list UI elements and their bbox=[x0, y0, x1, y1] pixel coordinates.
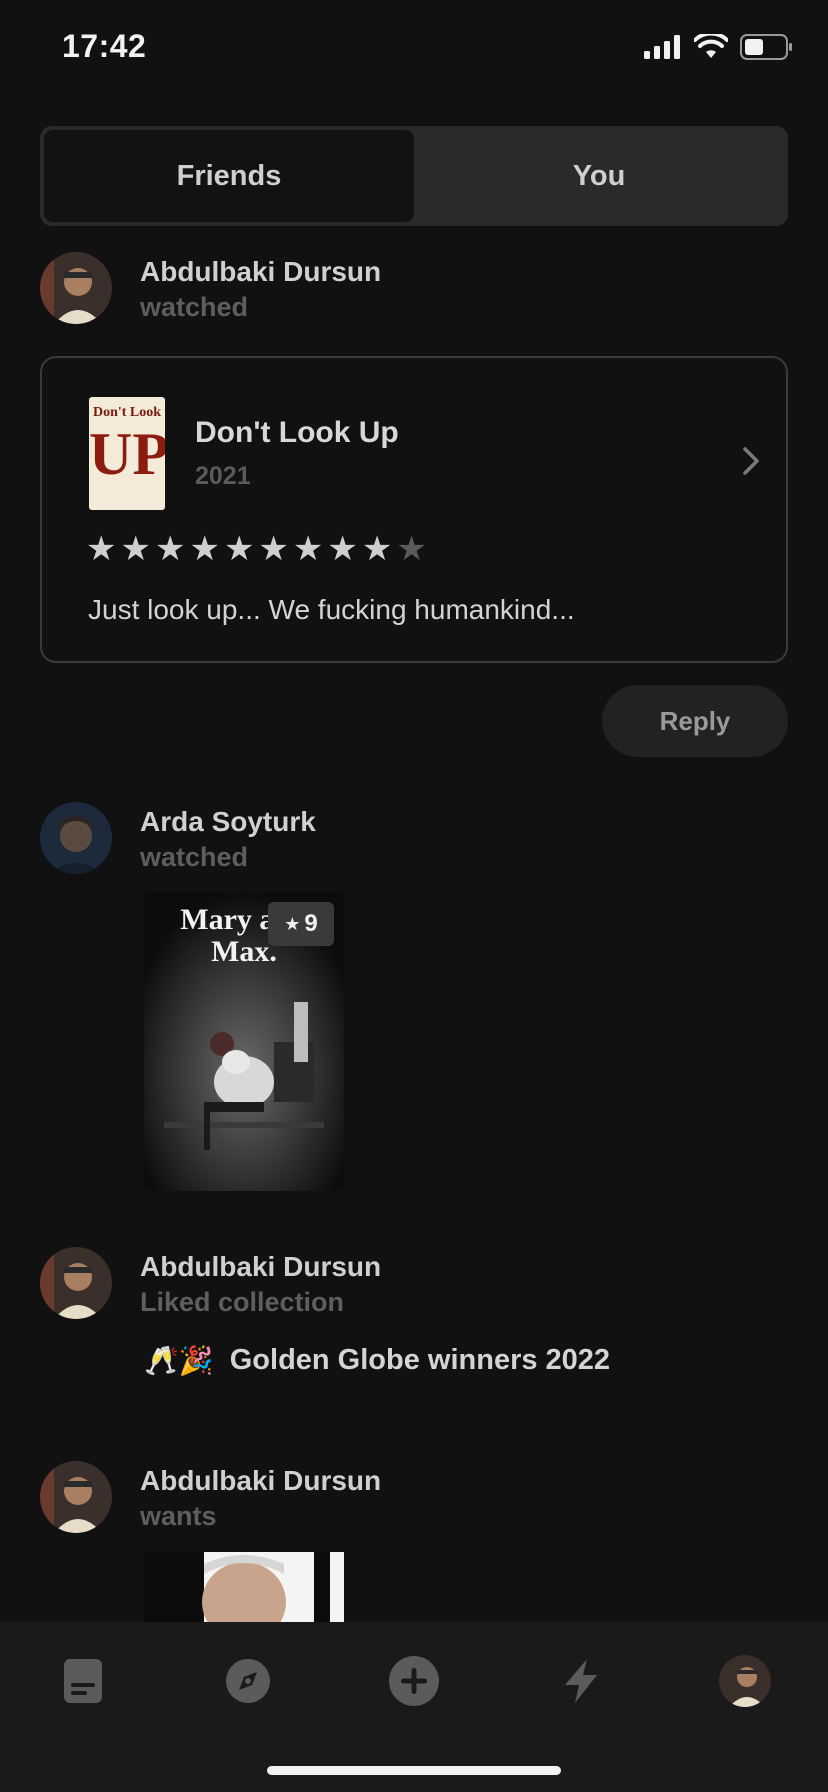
feed-action: wants bbox=[140, 1501, 217, 1531]
feed-user-name[interactable]: Abdulbaki Dursun bbox=[140, 1251, 381, 1283]
star-icon: ★ bbox=[189, 530, 220, 568]
avatar[interactable] bbox=[40, 252, 112, 324]
add-icon[interactable] bbox=[379, 1646, 449, 1716]
rating-value: 9 bbox=[304, 910, 318, 937]
feed-icon[interactable] bbox=[48, 1646, 118, 1716]
reply-button[interactable]: Reply bbox=[602, 685, 788, 757]
feed-user-name[interactable]: Arda Soyturk bbox=[140, 806, 316, 838]
poster-artwork bbox=[144, 1552, 344, 1628]
star-icon: ★ bbox=[86, 530, 117, 568]
activity-icon[interactable] bbox=[546, 1646, 616, 1716]
avatar[interactable] bbox=[40, 802, 112, 874]
tab-friends[interactable]: Friends bbox=[44, 130, 414, 222]
collection-link[interactable]: 🥂🎉 Golden Globe winners 2022 bbox=[144, 1344, 610, 1377]
rating-badge: ★ 9 bbox=[268, 902, 334, 946]
feed-action: watched bbox=[140, 292, 249, 322]
movie-poster[interactable]: Mary and Max. ★ 9 bbox=[144, 892, 344, 1191]
profile-avatar[interactable] bbox=[710, 1646, 780, 1716]
feed-segment-control: Friends You bbox=[40, 126, 788, 226]
feed-user-name[interactable]: Abdulbaki Dursun bbox=[140, 1465, 381, 1497]
star-empty-icon: ★ bbox=[396, 530, 427, 568]
feed-action: Liked collection bbox=[140, 1287, 345, 1317]
status-icons bbox=[644, 34, 794, 60]
explore-icon[interactable] bbox=[213, 1646, 283, 1716]
chevron-right-icon[interactable] bbox=[742, 446, 760, 481]
star-icon: ★ bbox=[284, 913, 301, 934]
user-avatar-image bbox=[40, 1461, 112, 1533]
star-icon: ★ bbox=[223, 530, 255, 568]
star-icon: ★ bbox=[292, 530, 324, 568]
movie-title[interactable]: Don't Look Up bbox=[195, 416, 399, 450]
collection-emoji: 🥂🎉 bbox=[144, 1345, 214, 1376]
star-icon: ★ bbox=[327, 530, 358, 568]
star-icon: ★ bbox=[258, 530, 289, 568]
review-text: Just look up... We fucking humankind... bbox=[88, 594, 575, 625]
feed-user-name[interactable]: Abdulbaki Dursun bbox=[140, 256, 381, 288]
tab-you[interactable]: You bbox=[414, 130, 784, 222]
movie-poster[interactable]: Don't Look UP bbox=[89, 397, 165, 510]
review-card[interactable]: Don't Look UP Don't Look Up 2021 ★ ★ ★ ★… bbox=[40, 356, 788, 663]
battery-icon bbox=[740, 34, 792, 60]
status-time: 17:42 bbox=[62, 28, 147, 64]
user-avatar-image bbox=[40, 1247, 112, 1319]
star-icon: ★ bbox=[361, 530, 393, 568]
feed-action: watched bbox=[140, 842, 249, 872]
signal-icon bbox=[644, 35, 680, 59]
collection-title[interactable]: Golden Globe winners 2022 bbox=[230, 1344, 610, 1377]
rating-stars: ★ ★ ★ ★ ★ ★ ★ ★ ★ ★ bbox=[86, 532, 427, 566]
user-avatar-image bbox=[40, 252, 112, 324]
user-avatar-image bbox=[40, 802, 112, 874]
movie-year: 2021 bbox=[195, 462, 251, 490]
star-icon: ★ bbox=[120, 530, 151, 568]
home-indicator bbox=[267, 1766, 561, 1775]
star-icon: ★ bbox=[154, 530, 186, 568]
poster-title-big: UP bbox=[89, 421, 165, 487]
avatar[interactable] bbox=[40, 1247, 112, 1319]
avatar[interactable] bbox=[40, 1461, 112, 1533]
movie-poster[interactable] bbox=[144, 1552, 344, 1628]
wifi-icon bbox=[694, 34, 728, 58]
